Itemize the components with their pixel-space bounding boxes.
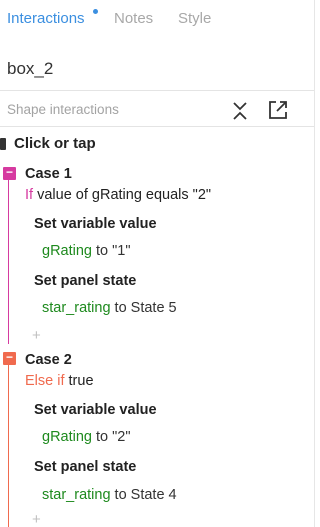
tab-style[interactable]: Style — [178, 10, 211, 27]
connector: to — [91, 429, 113, 445]
collapse-icon[interactable] — [229, 100, 251, 122]
panel-name: star_rating — [42, 300, 111, 316]
case-2-collapse-icon[interactable]: − — [3, 351, 16, 365]
add-action-icon[interactable]: + — [32, 327, 41, 344]
widget-name-field[interactable]: box_2 — [0, 50, 314, 88]
add-action-icon[interactable]: + — [32, 511, 41, 527]
case-2-title[interactable]: Case 2 — [25, 352, 72, 368]
case-1-condition[interactable]: If value of gRating equals "2" — [25, 187, 211, 203]
action-set-panel-state-detail[interactable]: star_rating to State 4 — [42, 487, 177, 503]
condition-keyword: Else if — [25, 373, 65, 389]
condition-text: true — [68, 373, 94, 389]
value: "2" — [112, 429, 131, 445]
condition-keyword: If — [25, 187, 34, 203]
action-set-variable-detail[interactable]: gRating to "2" — [42, 429, 131, 445]
divider — [0, 90, 314, 91]
connector: to — [110, 300, 131, 316]
section-title: Shape interactions — [7, 102, 119, 117]
state-value: State 4 — [130, 487, 177, 503]
notification-dot — [93, 9, 98, 14]
tab-interactions[interactable]: Interactions — [7, 10, 85, 27]
variable-name: gRating — [42, 243, 92, 259]
variable-name: gRating — [42, 429, 92, 445]
divider — [0, 126, 314, 127]
panel-border — [314, 0, 315, 527]
action-set-variable-title[interactable]: Set variable value — [34, 402, 157, 418]
action-set-panel-state-detail[interactable]: star_rating to State 5 — [42, 300, 177, 316]
open-external-icon[interactable] — [267, 99, 289, 121]
value: "1" — [112, 243, 131, 259]
condition-text: value of gRating equals "2" — [37, 187, 212, 203]
connector: to — [110, 487, 131, 503]
case-1-collapse-icon[interactable]: − — [3, 166, 16, 180]
action-set-variable-title[interactable]: Set variable value — [34, 216, 157, 232]
state-value: State 5 — [130, 300, 177, 316]
case-2-condition[interactable]: Else if true — [25, 373, 94, 389]
event-collapse-marker[interactable] — [0, 138, 6, 150]
action-set-variable-detail[interactable]: gRating to "1" — [42, 243, 131, 259]
event-label: Click or tap — [14, 135, 96, 152]
case-1-bar — [8, 172, 9, 344]
case-2-bar — [8, 358, 9, 527]
tab-notes[interactable]: Notes — [114, 10, 153, 27]
action-set-panel-state-title[interactable]: Set panel state — [34, 459, 136, 475]
case-1-title[interactable]: Case 1 — [25, 166, 72, 182]
action-set-panel-state-title[interactable]: Set panel state — [34, 273, 136, 289]
connector: to — [91, 243, 113, 259]
panel-tabs: Interactions Notes Style — [0, 0, 315, 40]
panel-name: star_rating — [42, 487, 111, 503]
